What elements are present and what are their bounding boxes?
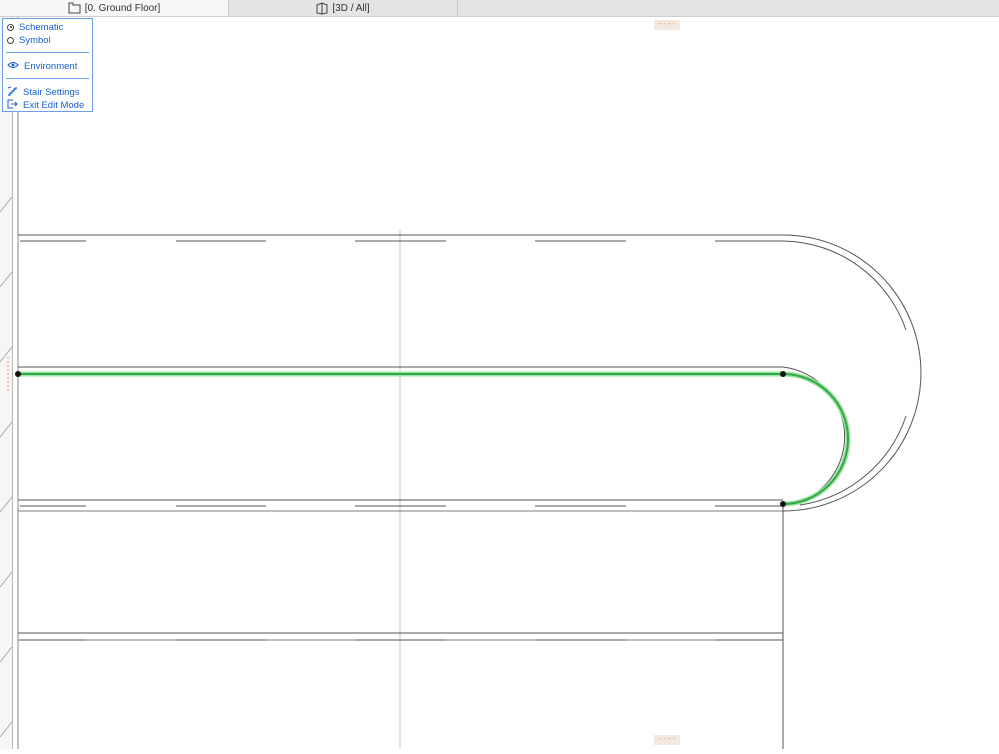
tab-label: [0. Ground Floor] (84, 2, 161, 14)
eye-icon (7, 61, 19, 72)
tab-ground-floor[interactable]: [0. Ground Floor] (0, 0, 229, 16)
walking-line-node-end[interactable] (780, 501, 786, 507)
stair-drawing[interactable] (0, 17, 999, 749)
menu-item-symbol[interactable]: Symbol (7, 34, 51, 46)
menu-divider (6, 52, 89, 53)
floor-plan-canvas[interactable] (0, 17, 999, 749)
stair-settings-icon (7, 86, 18, 99)
walking-line-node-start[interactable] (15, 371, 21, 377)
floor-plan-icon (68, 2, 81, 14)
menu-divider (6, 78, 89, 79)
menu-item-environment[interactable]: Environment (7, 60, 77, 72)
stair-edit-menu: Schematic Symbol Environment Stair Setti… (2, 18, 93, 112)
menu-label: Symbol (19, 34, 51, 46)
walking-line-node-mid[interactable] (780, 371, 786, 377)
menu-label: Schematic (19, 21, 64, 33)
radio-selected-icon (7, 23, 14, 31)
bottom-dash-marker[interactable]: ---- (654, 735, 680, 745)
3d-view-icon (316, 1, 328, 15)
tab-label: [3D / All] (332, 2, 370, 14)
menu-item-schematic[interactable]: Schematic (7, 21, 63, 33)
menu-item-stair-settings[interactable]: Stair Settings (7, 86, 80, 98)
top-dash-marker[interactable]: ---- (654, 20, 680, 30)
menu-label: Environment (24, 60, 78, 72)
menu-item-exit-edit-mode[interactable]: Exit Edit Mode (7, 99, 84, 111)
menu-label: Stair Settings (23, 86, 80, 98)
exit-icon (7, 99, 18, 112)
radio-unselected-icon (7, 36, 14, 44)
walking-line[interactable] (18, 371, 851, 507)
view-tab-bar: [0. Ground Floor] [3D / All] (0, 0, 999, 17)
tab-3d-all[interactable]: [3D / All] (229, 0, 458, 16)
menu-label: Exit Edit Mode (23, 99, 85, 111)
